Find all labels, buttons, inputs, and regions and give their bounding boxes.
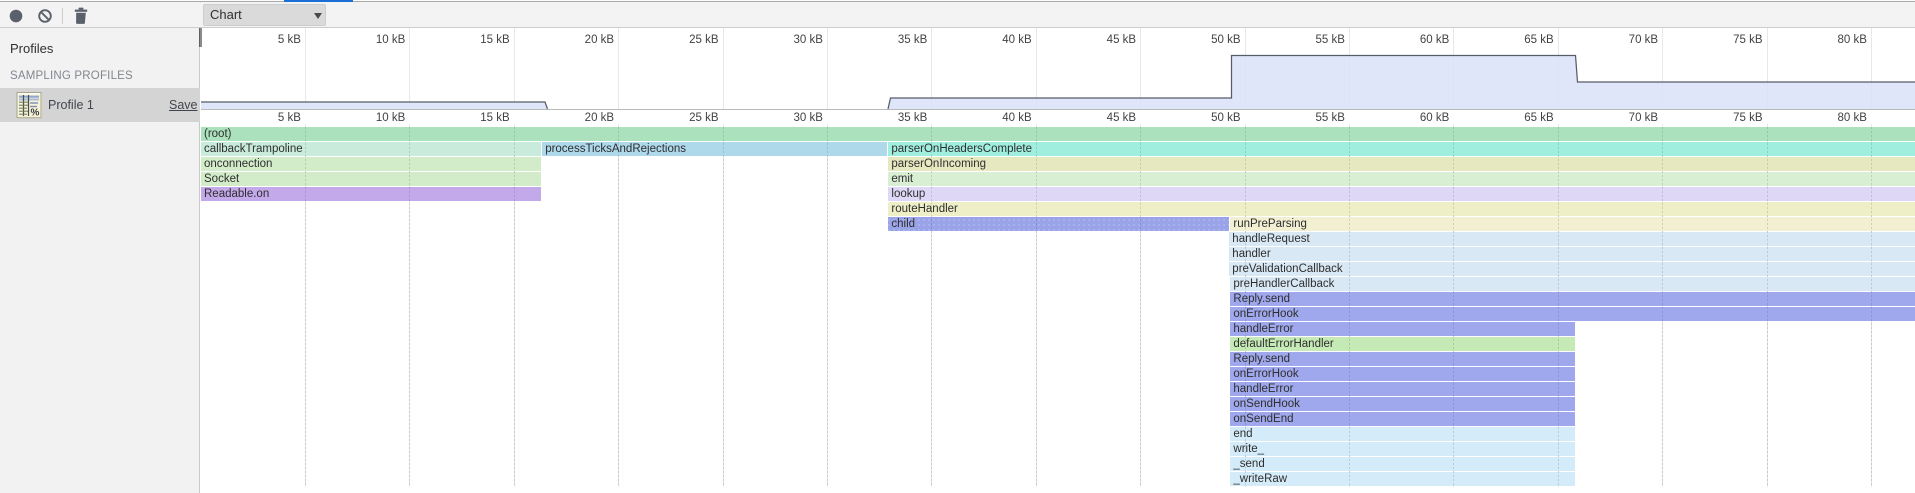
svg-text:%: % xyxy=(31,108,40,119)
